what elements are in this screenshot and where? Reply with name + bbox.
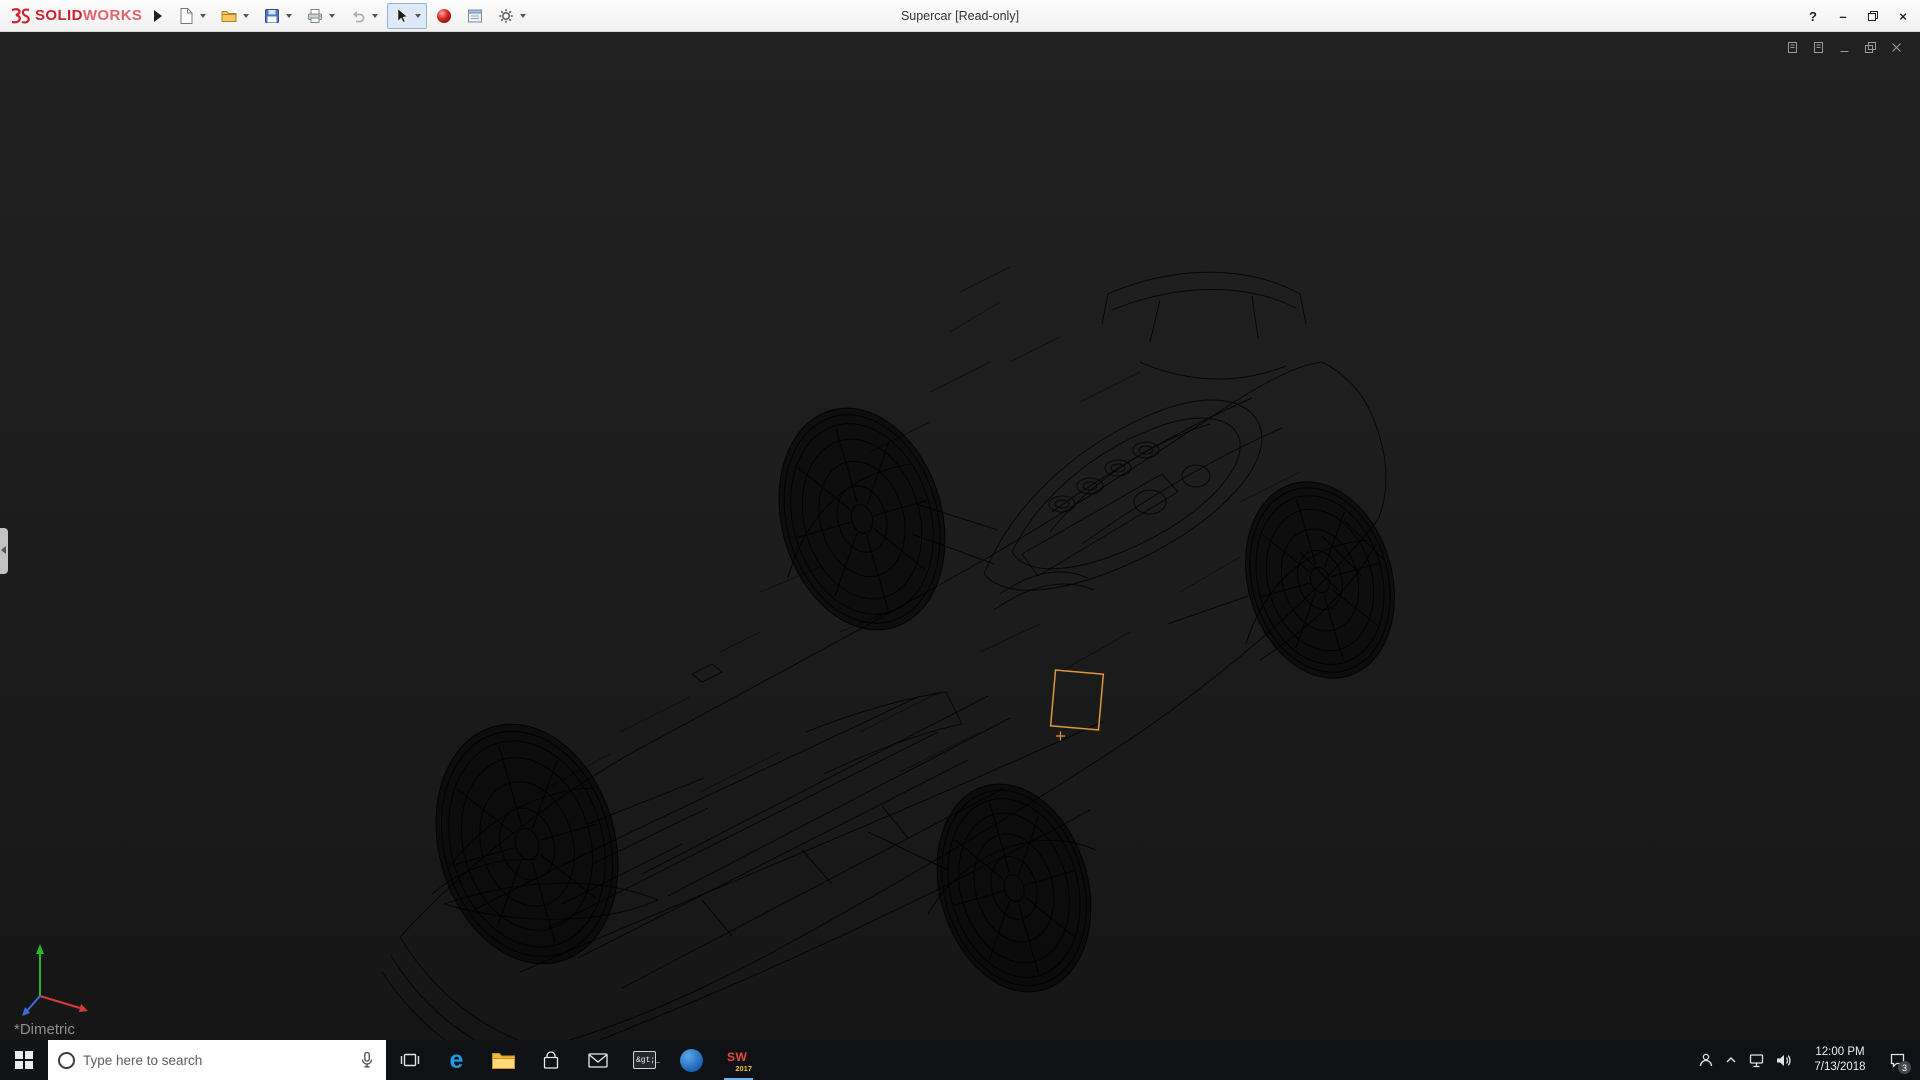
taskbar-store-button[interactable] [527, 1040, 574, 1080]
graphics-area[interactable]: *Dimetric [0, 32, 1920, 1040]
new-document-button[interactable] [172, 3, 212, 29]
child-close-button[interactable] [1888, 40, 1904, 54]
system-tray: 12:00 PM 7/13/2018 3 [1693, 1040, 1920, 1080]
taskbar-solidworks-button[interactable]: SW 2017 [715, 1040, 762, 1080]
child-window-icon-b[interactable] [1810, 40, 1826, 54]
close-button[interactable]: × [1888, 3, 1918, 29]
network-icon [1748, 1052, 1765, 1069]
taskbar: e &gt;_ SW [0, 1040, 1920, 1080]
taskbar-mail-button[interactable] [574, 1040, 621, 1080]
network-button[interactable] [1743, 1040, 1770, 1080]
dropdown-caret[interactable] [200, 14, 206, 18]
command-prompt-icon: &gt;_ [633, 1051, 656, 1069]
select-tool-button[interactable] [387, 3, 427, 29]
dropdown-caret[interactable] [372, 14, 378, 18]
print-icon [304, 5, 326, 27]
appearance-sphere-icon [433, 5, 455, 27]
taskbar-file-explorer-button[interactable] [480, 1040, 527, 1080]
ds-logo-icon [8, 4, 32, 28]
media-app-icon [680, 1049, 703, 1072]
cortana-icon [58, 1052, 75, 1069]
windows-logo-icon [15, 1051, 33, 1069]
view-orientation-label: *Dimetric [14, 1021, 75, 1038]
feature-tree-flyout-tab[interactable] [0, 528, 8, 574]
clock-date: 7/13/2018 [1797, 1060, 1883, 1075]
solidworks-app-icon: SW 2017 [725, 1047, 752, 1074]
titlebar: SOLIDWORKS [0, 0, 1920, 32]
dropdown-caret[interactable] [520, 14, 526, 18]
child-window-controls [1784, 40, 1904, 54]
new-document-icon [175, 5, 197, 27]
hidden-icons-button[interactable] [1719, 1040, 1743, 1080]
dropdown-caret[interactable] [286, 14, 292, 18]
people-icon [1698, 1052, 1714, 1068]
mail-icon [587, 1050, 609, 1070]
document-properties-button[interactable] [461, 3, 489, 29]
child-minimize-button[interactable] [1836, 40, 1852, 54]
selection-highlight [1051, 670, 1104, 740]
standard-toolbar [172, 3, 532, 29]
print-button[interactable] [301, 3, 341, 29]
options-gear-icon [495, 5, 517, 27]
task-view-button[interactable] [386, 1040, 433, 1080]
people-button[interactable] [1693, 1040, 1719, 1080]
notification-badge: 3 [1898, 1061, 1911, 1074]
undo-icon [347, 5, 369, 27]
select-cursor-icon [390, 5, 412, 27]
minimize-button[interactable]: – [1828, 3, 1858, 29]
open-folder-icon [218, 5, 240, 27]
task-view-icon [399, 1050, 421, 1070]
appearance-button[interactable] [430, 3, 458, 29]
taskbar-clock[interactable]: 12:00 PM 7/13/2018 [1797, 1045, 1883, 1075]
document-title: Supercar [Read-only] [901, 0, 1019, 32]
undo-button[interactable] [344, 3, 384, 29]
microphone-icon[interactable] [358, 1051, 376, 1069]
help-button[interactable]: ? [1798, 3, 1828, 29]
solidworks-logo: SOLIDWORKS [0, 4, 148, 28]
action-center-button[interactable]: 3 [1883, 1040, 1911, 1080]
edge-icon: e [450, 1048, 464, 1073]
taskbar-edge-button[interactable]: e [433, 1040, 480, 1080]
file-explorer-icon [491, 1050, 516, 1070]
options-button[interactable] [492, 3, 532, 29]
chevron-up-icon [1724, 1053, 1738, 1067]
document-properties-icon [464, 5, 486, 27]
save-icon [261, 5, 283, 27]
brand-works: WORKS [83, 7, 143, 24]
menu-expand-arrow[interactable] [154, 10, 162, 22]
start-button[interactable] [0, 1040, 48, 1080]
model-wireframe[interactable] [0, 32, 1920, 1040]
window-controls: ? – × [1798, 0, 1918, 32]
dropdown-caret[interactable] [415, 14, 421, 18]
brand-solid: SOLID [35, 7, 83, 24]
volume-button[interactable] [1770, 1040, 1797, 1080]
save-button[interactable] [258, 3, 298, 29]
dropdown-caret[interactable] [329, 14, 335, 18]
solidworks-window: SOLIDWORKS [0, 0, 1920, 1080]
open-button[interactable] [215, 3, 255, 29]
taskbar-search[interactable] [48, 1040, 386, 1080]
child-restore-button[interactable] [1862, 40, 1878, 54]
dropdown-caret[interactable] [243, 14, 249, 18]
taskbar-terminal-button[interactable]: &gt;_ [621, 1040, 668, 1080]
restore-button[interactable] [1858, 3, 1888, 29]
volume-icon [1775, 1052, 1792, 1069]
orientation-triad-icon [18, 934, 108, 1024]
store-icon [541, 1050, 561, 1071]
search-input[interactable] [83, 1053, 350, 1068]
clock-time: 12:00 PM [1797, 1045, 1883, 1060]
taskbar-media-app-button[interactable] [668, 1040, 715, 1080]
child-window-icon-a[interactable] [1784, 40, 1800, 54]
